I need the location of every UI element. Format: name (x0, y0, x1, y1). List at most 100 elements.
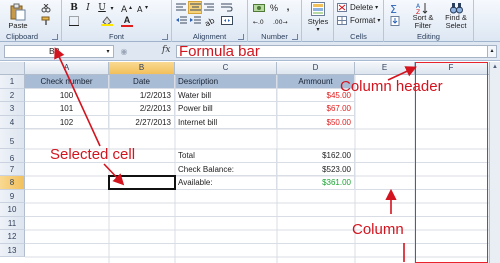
formula-bar-divider-icon[interactable]: ◉ (118, 46, 130, 57)
row-header-7[interactable]: 7 (0, 162, 25, 176)
currency-icon (253, 3, 265, 12)
row-header-13[interactable]: 13 (0, 243, 25, 257)
delete-rows-icon (337, 3, 347, 12)
formula-bar-expand-icon[interactable]: ▴ (487, 45, 497, 58)
selected-cell-annotation: Selected cell (50, 146, 136, 163)
italic-button[interactable]: I (82, 2, 94, 13)
find-select-button[interactable]: Find & Select (440, 2, 472, 34)
align-right-icon (204, 3, 214, 11)
column-header-b[interactable]: B (109, 62, 175, 75)
underline-dropdown-icon[interactable]: ▾ (108, 3, 116, 13)
row-header-8[interactable]: 8 (0, 176, 25, 190)
increase-decimal-icon: ←.0 (253, 19, 264, 25)
vertical-scrollbar[interactable]: ▲ (489, 62, 500, 263)
find-select-label: Find & Select (445, 13, 467, 30)
svg-text:Σ: Σ (390, 3, 397, 14)
font-launcher-icon[interactable] (162, 34, 168, 40)
cells-group-label: Cells (350, 32, 367, 41)
row-header-9[interactable]: 9 (0, 189, 25, 203)
align-center-button[interactable] (188, 1, 202, 14)
increase-decimal-button[interactable]: ←.0 (252, 15, 270, 26)
select-all-corner[interactable] (0, 62, 25, 75)
svg-text:←.0: ←.0 (253, 19, 264, 25)
name-box-dropdown-icon[interactable]: ▾ (104, 46, 112, 56)
paste-button[interactable]: Paste (6, 1, 30, 31)
number-launcher-icon[interactable] (292, 34, 298, 40)
font-color-button[interactable]: A (120, 15, 134, 27)
column-header-d[interactable]: D (277, 62, 355, 75)
row-header-6[interactable]: 6 (0, 149, 25, 163)
format-painter-button[interactable] (40, 15, 52, 25)
row-header-10[interactable]: 10 (0, 203, 25, 217)
percent-button[interactable]: % (268, 2, 280, 13)
name-box[interactable]: B8 (4, 45, 114, 58)
row-header-2[interactable]: 2 (0, 88, 25, 102)
orientation-button[interactable]: ab (203, 15, 216, 26)
styles-group: Styles ▾ (302, 0, 334, 42)
font-size-down-button[interactable]: A ▾ (136, 3, 150, 13)
decrease-decimal-button[interactable]: .00→ (272, 15, 290, 26)
row-header-1[interactable]: 1 (0, 75, 25, 89)
decrease-indent-button[interactable] (175, 15, 188, 26)
decrease-decimal-icon: .00→ (273, 19, 288, 25)
font-color-swatch (121, 24, 133, 27)
decrease-indent-icon (176, 16, 187, 24)
borders-icon (69, 16, 79, 26)
wrap-text-icon (221, 3, 233, 12)
active-cell-b8[interactable] (108, 175, 176, 190)
svg-text:▴: ▴ (129, 4, 132, 11)
format-button[interactable]: Format ▾ (337, 15, 381, 26)
fill-color-button[interactable] (100, 16, 114, 26)
alignment-launcher-icon[interactable] (238, 34, 244, 40)
column-header-e[interactable]: E (355, 62, 415, 75)
increase-indent-button[interactable] (189, 15, 202, 26)
clipboard-launcher-icon[interactable] (52, 34, 58, 40)
svg-text:▾: ▾ (145, 4, 148, 11)
delete-dropdown-icon: ▾ (375, 5, 379, 11)
autosum-button[interactable]: Σ (388, 2, 402, 14)
fill-color-icon (101, 16, 113, 26)
align-center-icon (189, 3, 201, 11)
svg-text:A: A (137, 5, 143, 13)
merge-center-icon (221, 16, 233, 25)
insert-function-button[interactable]: fx (162, 45, 170, 55)
scroll-up-icon[interactable]: ▲ (490, 62, 500, 72)
sort-filter-label: Sort & Filter (412, 13, 434, 30)
row-header-11[interactable]: 11 (0, 216, 25, 230)
alignment-group-label: Alignment (192, 32, 227, 41)
align-right-button[interactable] (203, 2, 216, 13)
delete-button[interactable]: Delete ▾ (337, 2, 381, 13)
borders-button[interactable] (68, 16, 80, 26)
row-header-3[interactable]: 3 (0, 102, 25, 116)
increase-indent-icon (190, 16, 201, 24)
cut-button[interactable] (40, 3, 52, 13)
wrap-text-button[interactable] (220, 2, 234, 13)
styles-icon (311, 2, 325, 16)
column-header-annotation: Column header (340, 78, 443, 95)
fill-button[interactable] (388, 15, 402, 26)
format-label: Format (350, 16, 376, 25)
merge-center-button[interactable] (220, 15, 234, 26)
shrink-font-icon: A ▾ (137, 4, 148, 13)
svg-text:.00→: .00→ (273, 19, 288, 25)
comma-style-button[interactable]: , (282, 2, 294, 13)
row-header-5[interactable]: 5 (0, 129, 25, 149)
paste-icon (10, 3, 26, 20)
orientation-icon: ab (204, 16, 215, 26)
font-size-up-button[interactable]: A ▴ (120, 3, 134, 13)
paste-label: Paste (8, 20, 28, 30)
row-header-4[interactable]: 4 (0, 115, 25, 129)
sort-filter-button[interactable]: AZ Sort & Filter (408, 2, 438, 34)
align-left-button[interactable] (175, 2, 188, 13)
row-header-12[interactable]: 12 (0, 230, 25, 244)
styles-button[interactable]: Styles ▾ (304, 2, 332, 38)
number-group: % , ←.0 .00→ Number (248, 0, 302, 42)
column-header-a[interactable]: A (25, 62, 109, 75)
bold-button[interactable]: B (68, 2, 80, 13)
column-header-c[interactable]: C (175, 62, 277, 75)
font-color-letter: A (123, 14, 131, 25)
formula-bar-annotation: Formula bar (179, 43, 260, 60)
underline-button[interactable]: U (96, 2, 108, 13)
formula-bar-row: B8 ▾ ◉ fx Formula bar ▴ (0, 42, 500, 61)
accounting-format-button[interactable] (252, 2, 266, 13)
